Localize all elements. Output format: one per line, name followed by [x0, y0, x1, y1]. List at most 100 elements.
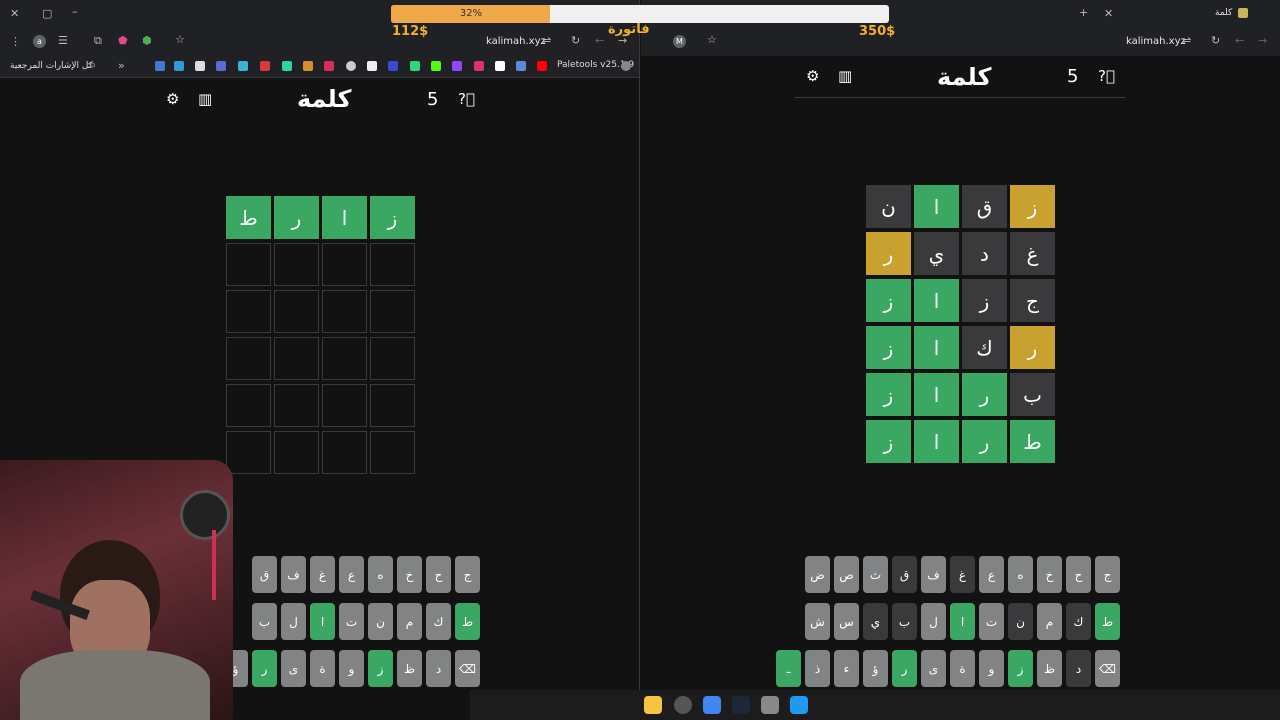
- chrome-taskbar-icon-2[interactable]: [703, 696, 721, 714]
- bookmark-icon-18[interactable]: [516, 61, 526, 71]
- keyboard-key[interactable]: ا: [310, 603, 335, 640]
- keyboard-key[interactable]: و: [979, 650, 1004, 687]
- menu-icon[interactable]: ⋮: [10, 35, 21, 48]
- overflow-chevron-icon[interactable]: »: [118, 59, 125, 72]
- keyboard-key[interactable]: ث: [863, 556, 888, 593]
- keyboard-key[interactable]: م: [397, 603, 422, 640]
- backspace-key[interactable]: ⌫: [455, 650, 480, 687]
- stats-icon[interactable]: ▥: [838, 67, 852, 85]
- back-icon[interactable]: ←: [1235, 34, 1244, 47]
- keyboard-key[interactable]: ح: [426, 556, 451, 593]
- reload-icon[interactable]: ↻: [571, 34, 580, 47]
- bookmark-icon-8[interactable]: [303, 61, 313, 71]
- youtube-icon[interactable]: [537, 61, 547, 71]
- site-settings-icon[interactable]: ⇌: [1182, 34, 1191, 47]
- back-icon[interactable]: ←: [595, 34, 604, 47]
- all-bookmarks-label[interactable]: كل الإشارات المرجعية: [10, 61, 93, 71]
- keyboard-key[interactable]: س: [834, 603, 859, 640]
- tab-title[interactable]: كلمة: [1215, 8, 1232, 18]
- keyboard-key[interactable]: ع: [339, 556, 364, 593]
- settings-gear-icon[interactable]: ⚙: [806, 67, 819, 85]
- bookmark-icon-12[interactable]: [388, 61, 398, 71]
- keyboard-key[interactable]: ج: [1095, 556, 1120, 593]
- keyboard-key[interactable]: ة: [310, 650, 335, 687]
- keyboard-key[interactable]: ط: [455, 603, 480, 640]
- keyboard-key[interactable]: ن: [1008, 603, 1033, 640]
- steam-taskbar-icon-2[interactable]: [732, 696, 750, 714]
- keyboard-key[interactable]: ز: [368, 650, 393, 687]
- keyboard-key[interactable]: ا: [950, 603, 975, 640]
- keyboard-key[interactable]: ب: [252, 603, 277, 640]
- bookmark-icon-14[interactable]: [431, 61, 441, 71]
- keyboard-key[interactable]: د: [1066, 650, 1091, 687]
- x-icon[interactable]: [495, 61, 505, 71]
- bookmark-star-icon[interactable]: ☆: [707, 33, 717, 46]
- keyboard-key[interactable]: ك: [1066, 603, 1091, 640]
- keyboard-key[interactable]: ك: [426, 603, 451, 640]
- keyboard-key[interactable]: ل: [281, 603, 306, 640]
- keyboard-key[interactable]: ف: [281, 556, 306, 593]
- instagram-icon[interactable]: [474, 61, 484, 71]
- files-taskbar-icon[interactable]: [644, 696, 662, 714]
- bookmark-icon-9[interactable]: [324, 61, 334, 71]
- keyboard-key[interactable]: ظ: [397, 650, 422, 687]
- keyboard-key[interactable]: ى: [921, 650, 946, 687]
- keyboard-key[interactable]: م: [1037, 603, 1062, 640]
- shield-extension-icon[interactable]: ⬟: [118, 34, 128, 47]
- vpn-extension-icon[interactable]: ⬢: [142, 34, 152, 47]
- settings-taskbar-icon[interactable]: [761, 696, 779, 714]
- url-text[interactable]: kalimah.xyz: [486, 36, 546, 47]
- keyboard-key[interactable]: ق: [892, 556, 917, 593]
- bookmark-icon-4[interactable]: [216, 61, 226, 71]
- keyboard-key[interactable]: ز: [1008, 650, 1033, 687]
- stats-icon[interactable]: ▥: [198, 90, 212, 108]
- keyboard-key[interactable]: ظ: [1037, 650, 1062, 687]
- close-window-icon[interactable]: ✕: [10, 7, 19, 20]
- keyboard-key[interactable]: غ: [950, 556, 975, 593]
- bookmark-icon-7[interactable]: [282, 61, 292, 71]
- keyboard-key[interactable]: ف: [921, 556, 946, 593]
- keyboard-key[interactable]: ت: [339, 603, 364, 640]
- keyboard-key[interactable]: ه: [1008, 556, 1033, 593]
- bookmark-icon-10[interactable]: [346, 61, 356, 71]
- bookmark-icon-3[interactable]: [195, 61, 205, 71]
- keyboard-key[interactable]: ج: [455, 556, 480, 593]
- keyboard-key[interactable]: خ: [1037, 556, 1062, 593]
- keyboard-key[interactable]: ة: [950, 650, 975, 687]
- new-tab-icon[interactable]: +: [1079, 6, 1088, 19]
- keyboard-key[interactable]: د: [426, 650, 451, 687]
- keyboard-key[interactable]: ر: [252, 650, 277, 687]
- keyboard-key[interactable]: ب: [892, 603, 917, 640]
- keyboard-key[interactable]: ي: [863, 603, 888, 640]
- url-text[interactable]: kalimah.xyz: [1126, 36, 1186, 47]
- keyboard-key[interactable]: ى: [281, 650, 306, 687]
- media-icon[interactable]: ☰: [58, 34, 68, 47]
- reload-icon[interactable]: ↻: [1211, 34, 1220, 47]
- keyboard-key[interactable]: ع: [979, 556, 1004, 593]
- keyboard-key[interactable]: خ: [397, 556, 422, 593]
- forward-icon[interactable]: →: [1258, 34, 1267, 47]
- maximize-icon[interactable]: ▢: [42, 7, 52, 20]
- profile-avatar[interactable]: a: [33, 35, 46, 48]
- keyboard-key[interactable]: ط: [1095, 603, 1120, 640]
- keyboard-key[interactable]: ذ: [805, 650, 830, 687]
- bookmark-icon-11[interactable]: [367, 61, 377, 71]
- bookmark-icon-5[interactable]: [238, 61, 248, 71]
- keyboard-key[interactable]: ش: [805, 603, 830, 640]
- bookmark-star-icon[interactable]: ☆: [175, 33, 185, 46]
- keyboard-key[interactable]: ه: [368, 556, 393, 593]
- windows-start-icon[interactable]: [790, 696, 808, 714]
- keyboard-key[interactable]: ن: [368, 603, 393, 640]
- bookmark-icon-13[interactable]: [410, 61, 420, 71]
- settings-gear-icon[interactable]: ⚙: [166, 90, 179, 108]
- help-icon[interactable]: ?⃝: [1098, 67, 1115, 85]
- obs-taskbar-icon[interactable]: [674, 696, 692, 714]
- keyboard-key[interactable]: ض: [805, 556, 830, 593]
- keyboard-key[interactable]: ء: [834, 650, 859, 687]
- keyboard-key[interactable]: ؤ: [863, 650, 888, 687]
- keyboard-key[interactable]: ت: [979, 603, 1004, 640]
- profile-avatar[interactable]: M: [673, 35, 686, 48]
- twitch-icon[interactable]: [452, 61, 462, 71]
- bookmark-icon-6[interactable]: [260, 61, 270, 71]
- extensions-icon[interactable]: ⧉: [94, 34, 102, 48]
